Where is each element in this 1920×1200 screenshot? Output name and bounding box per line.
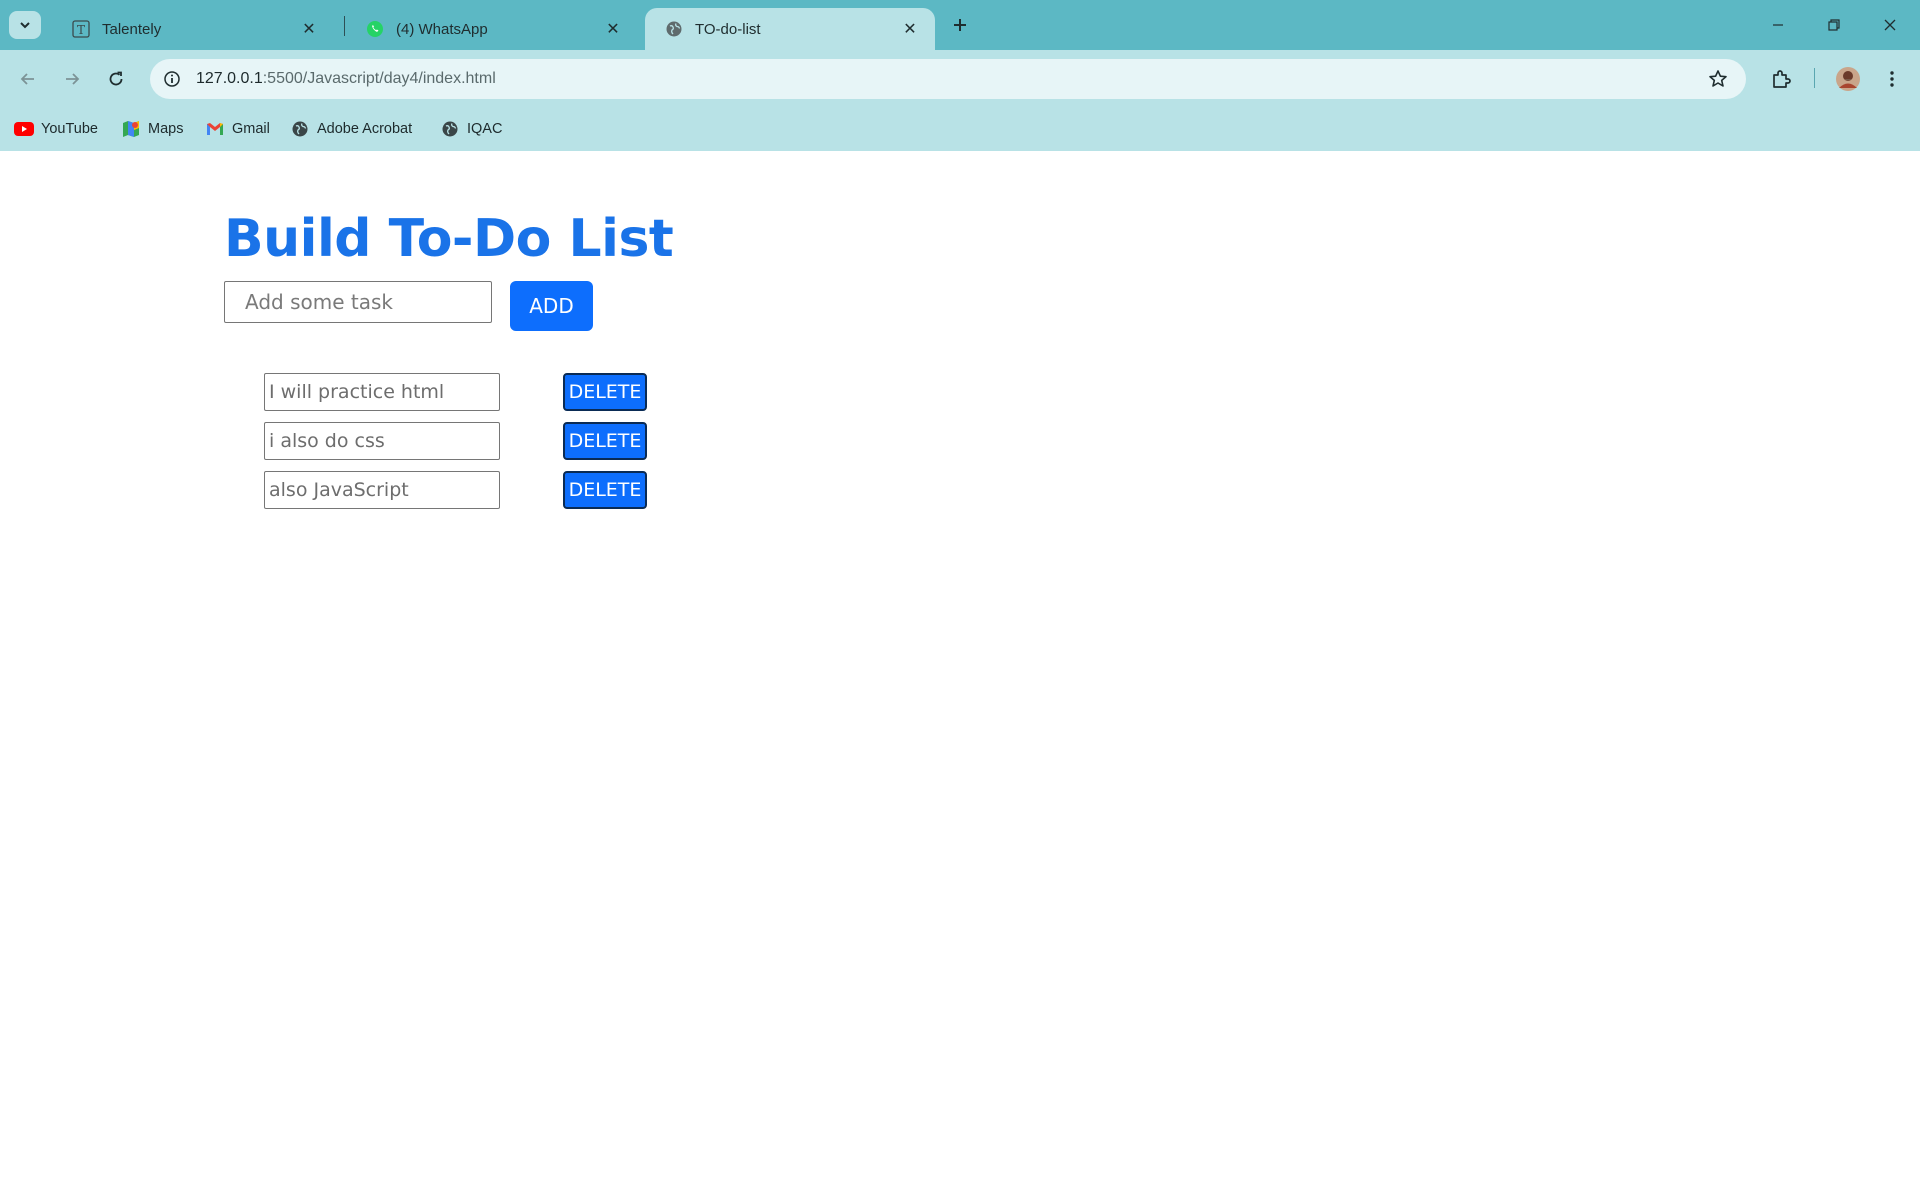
bookmarks-bar: YouTube Maps Gmail Adobe Acrobat IQAC	[0, 108, 1920, 151]
back-button[interactable]	[10, 61, 46, 97]
address-bar[interactable]: 127.0.0.1:5500/Javascript/day4/index.htm…	[150, 59, 1746, 99]
puzzle-icon	[1773, 70, 1791, 88]
add-button[interactable]: ADD	[510, 281, 593, 331]
close-icon[interactable]: ✕	[602, 18, 624, 40]
minimize-button[interactable]	[1750, 0, 1806, 50]
url-text[interactable]: 127.0.0.1:5500/Javascript/day4/index.htm…	[196, 70, 496, 88]
tab-todo-list[interactable]: TO-do-list ✕	[645, 8, 935, 50]
globe-icon	[290, 119, 310, 139]
browser-toolbar: 127.0.0.1:5500/Javascript/day4/index.htm…	[0, 50, 1920, 108]
bookmark-gmail[interactable]: Gmail	[205, 116, 270, 142]
task-item-input[interactable]	[264, 373, 500, 411]
bookmark-youtube[interactable]: YouTube	[14, 116, 98, 142]
task-input[interactable]	[224, 281, 492, 323]
page-title: Build To-Do List	[224, 209, 674, 269]
avatar	[1836, 67, 1860, 91]
tab-strip: T Talentely ✕ (4) WhatsApp ✕ TO-do-list …	[0, 0, 1920, 50]
chevron-down-icon	[20, 22, 30, 29]
forward-button[interactable]	[54, 61, 90, 97]
tab-whatsapp[interactable]: (4) WhatsApp ✕	[346, 8, 638, 50]
more-vert-icon	[1890, 71, 1894, 87]
delete-button[interactable]: DELETE	[563, 373, 647, 411]
bookmark-label: Adobe Acrobat	[317, 121, 413, 137]
bookmark-maps[interactable]: Maps	[121, 116, 183, 142]
tab-separator	[344, 16, 345, 36]
tab-title: (4) WhatsApp	[396, 20, 488, 38]
talentely-icon: T	[72, 20, 90, 38]
reload-icon	[109, 71, 123, 86]
tab-search-button[interactable]	[9, 11, 41, 39]
extensions-button[interactable]	[1763, 61, 1799, 97]
bookmark-label: Gmail	[232, 121, 270, 137]
bookmark-star-icon[interactable]	[1706, 67, 1730, 91]
maps-icon	[121, 119, 141, 139]
restore-icon	[1828, 19, 1840, 31]
bookmark-iqac[interactable]: IQAC	[440, 116, 502, 142]
url-path: :5500/Javascript/day4/index.html	[262, 70, 496, 87]
delete-button[interactable]: DELETE	[563, 471, 647, 509]
tab-title: Talentely	[102, 20, 162, 38]
arrow-right-icon	[66, 73, 80, 85]
tab-title: TO-do-list	[695, 20, 761, 38]
url-host: 127.0.0.1	[196, 70, 263, 87]
reload-button[interactable]	[98, 61, 134, 97]
svg-text:T: T	[77, 23, 85, 37]
close-icon[interactable]: ✕	[899, 18, 921, 40]
bookmark-label: YouTube	[41, 121, 98, 137]
bookmark-label: IQAC	[467, 121, 503, 137]
gmail-icon	[205, 119, 225, 139]
profile-button[interactable]	[1830, 61, 1866, 97]
task-item-input[interactable]	[264, 422, 500, 460]
globe-icon	[665, 20, 683, 38]
globe-icon	[440, 119, 460, 139]
plus-icon	[954, 19, 966, 31]
site-info-icon[interactable]	[160, 67, 184, 91]
close-icon	[1884, 19, 1896, 31]
minimize-icon	[1773, 24, 1783, 26]
bookmark-adobe-acrobat[interactable]: Adobe Acrobat	[290, 116, 412, 142]
close-icon[interactable]: ✕	[298, 18, 320, 40]
page-content: Build To-Do List ADD DELETE DELETE DELET…	[0, 151, 1920, 1200]
window-close-button[interactable]	[1862, 0, 1918, 50]
new-tab-button[interactable]	[946, 11, 974, 39]
youtube-icon	[14, 119, 34, 139]
menu-button[interactable]	[1874, 61, 1910, 97]
restore-button[interactable]	[1806, 0, 1862, 50]
bookmark-label: Maps	[148, 121, 184, 137]
toolbar-divider	[1814, 68, 1815, 88]
tab-talentely[interactable]: T Talentely ✕	[52, 8, 334, 50]
task-item-input[interactable]	[264, 471, 500, 509]
arrow-left-icon	[20, 73, 34, 85]
delete-button[interactable]: DELETE	[563, 422, 647, 460]
whatsapp-icon	[366, 20, 384, 38]
